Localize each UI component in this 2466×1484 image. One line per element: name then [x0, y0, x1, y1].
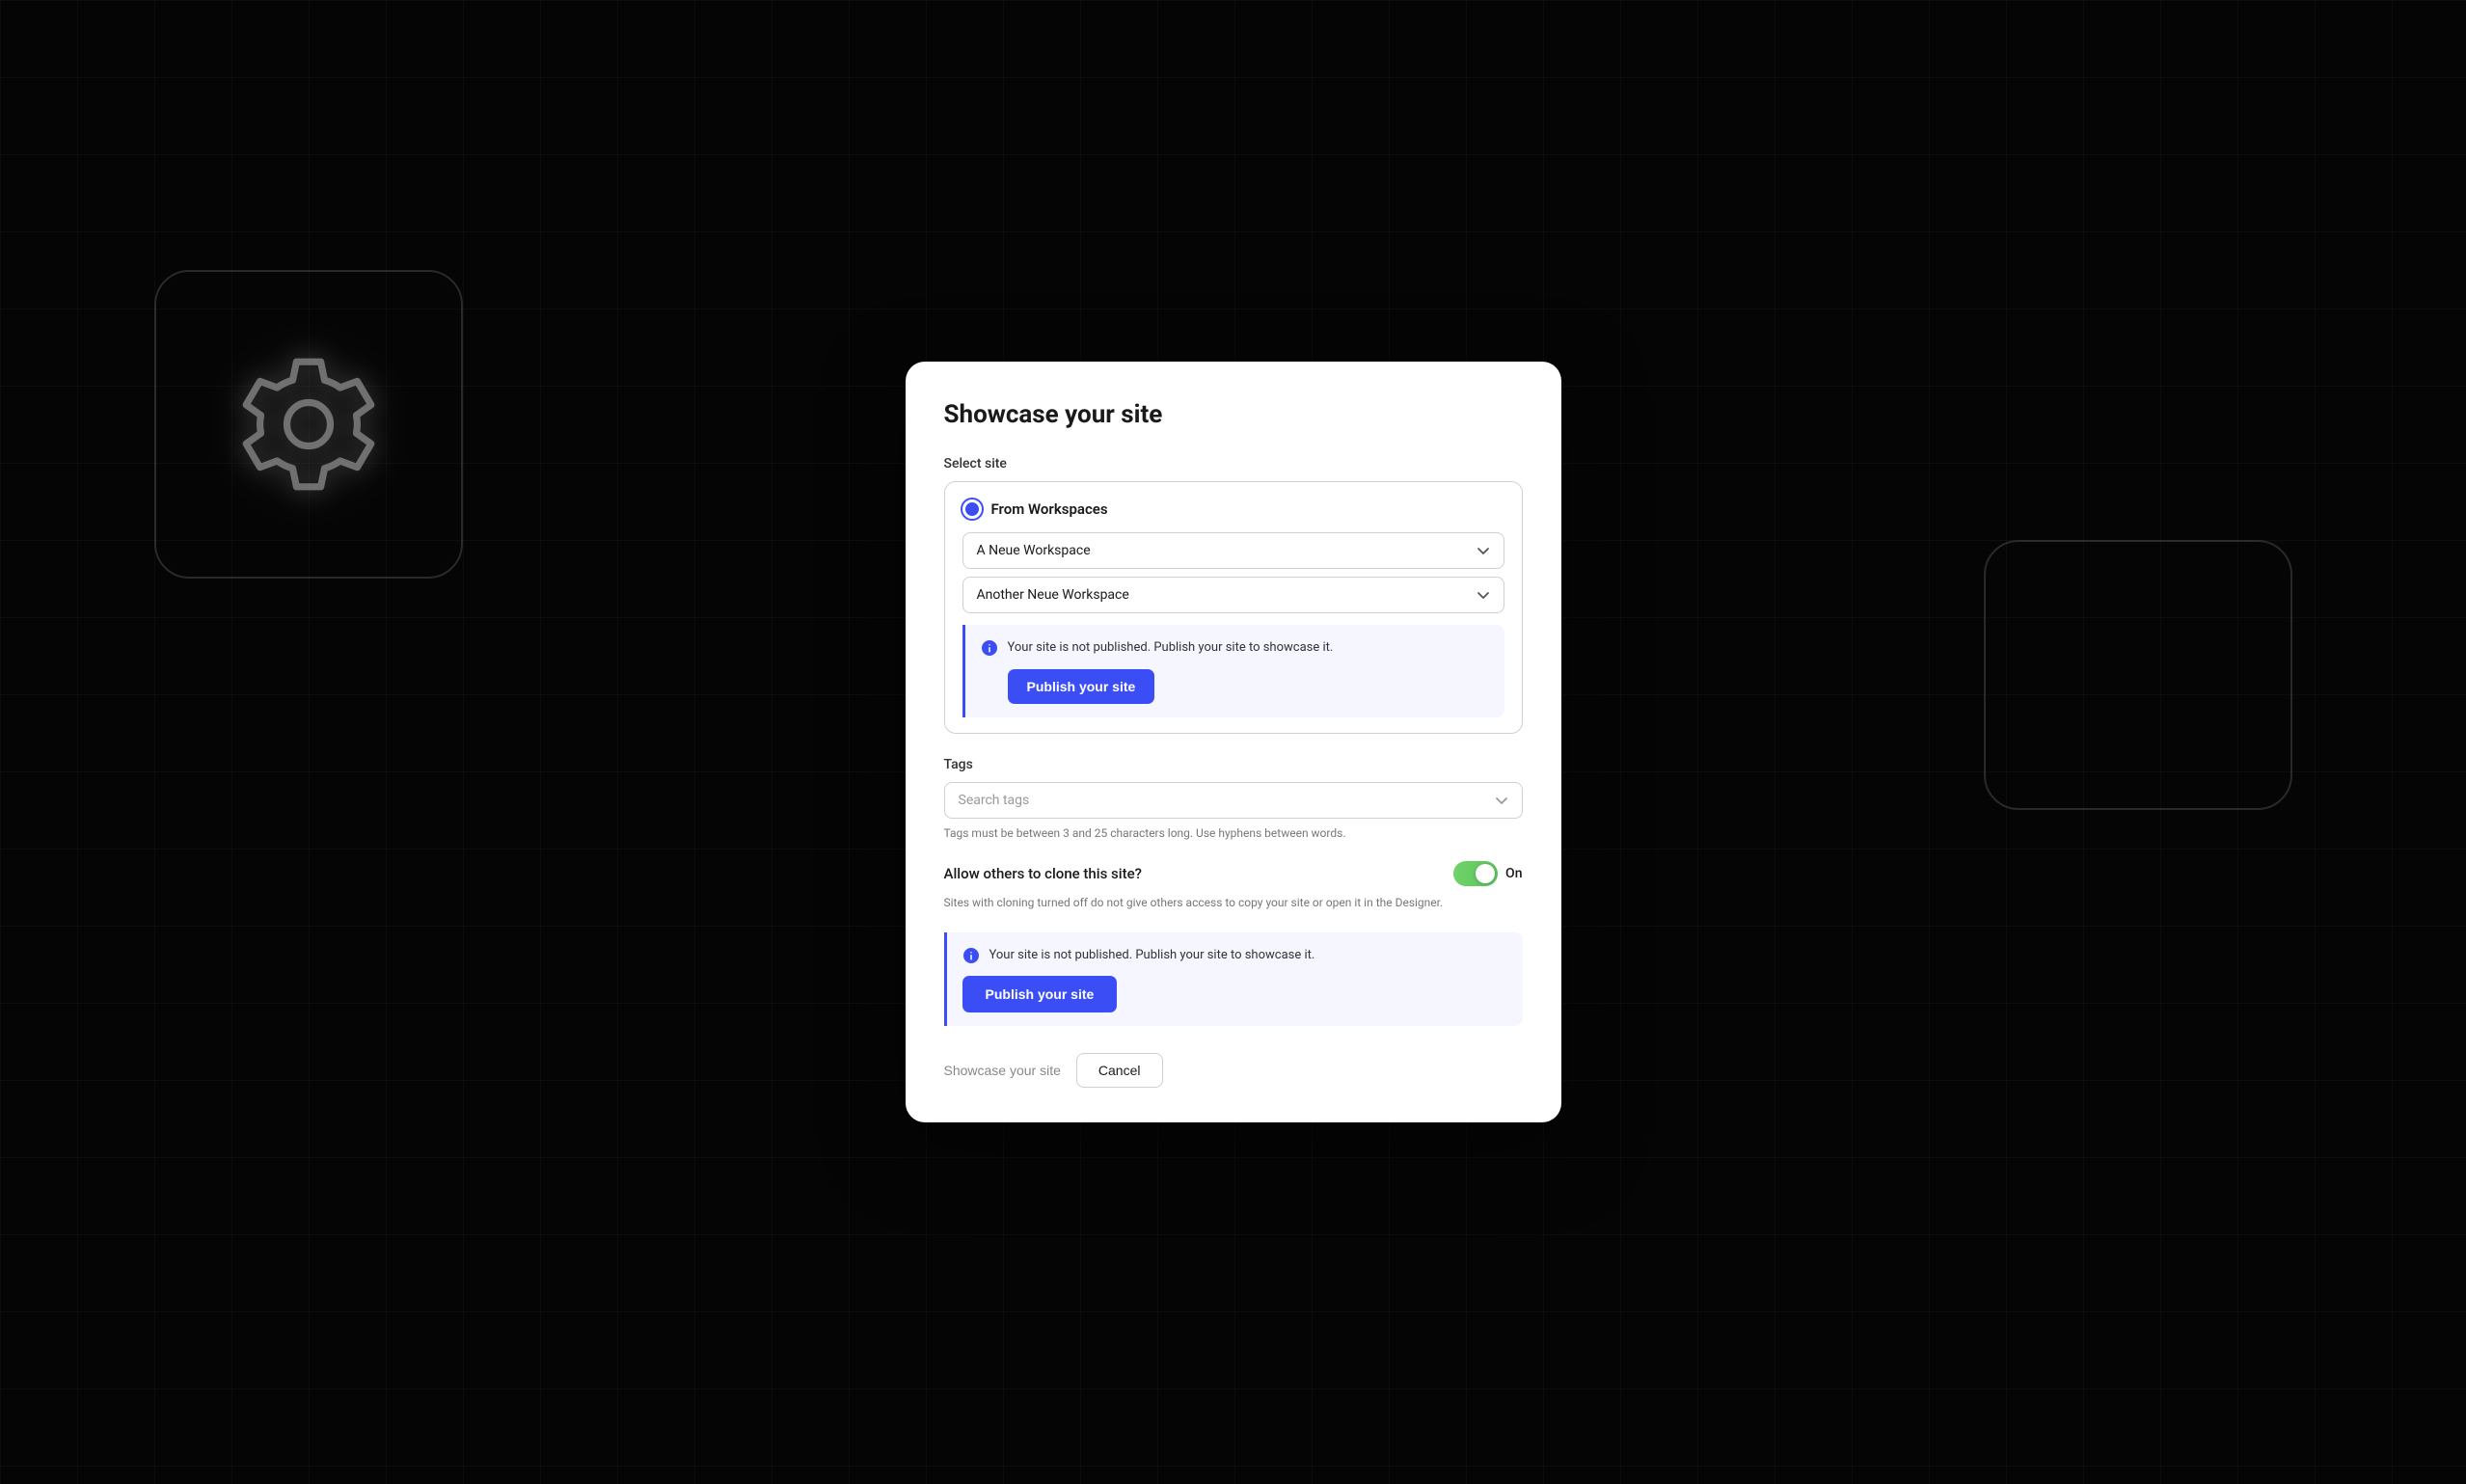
cancel-button[interactable]: Cancel	[1076, 1053, 1163, 1088]
from-workspaces-row: From Workspaces	[962, 499, 1504, 519]
publish-warning-text-bottom: Your site is not published. Publish your…	[989, 946, 1315, 965]
publish-warning-text-top: Your site is not published. Publish your…	[1008, 638, 1334, 658]
modal-container: Showcase your site Select site From Work…	[906, 362, 1561, 1122]
search-tags-dropdown[interactable]: Search tags	[944, 782, 1523, 819]
chevron-down-icon-tags	[1495, 794, 1508, 807]
info-icon-bottom	[962, 947, 980, 964]
publish-site-button-top[interactable]: Publish your site	[1008, 669, 1155, 704]
publish-warning-box-top: Your site is not published. Publish your…	[962, 625, 1504, 717]
clone-toggle[interactable]	[1453, 861, 1498, 886]
clone-label: Allow others to clone this site?	[944, 865, 1142, 882]
chevron-down-icon-2	[1477, 588, 1490, 602]
workspace2-dropdown[interactable]: Another Neue Workspace	[962, 577, 1504, 613]
modal-footer: Showcase your site Cancel	[944, 1053, 1523, 1088]
toggle-on-label: On	[1505, 866, 1522, 881]
radio-from-workspaces[interactable]	[962, 499, 982, 519]
tags-section: Tags Search tags Tags must be between 3 …	[944, 757, 1523, 840]
tags-hint: Tags must be between 3 and 25 characters…	[944, 826, 1523, 840]
toggle-knob	[1476, 864, 1495, 883]
search-tags-placeholder: Search tags	[959, 793, 1030, 808]
tags-label: Tags	[944, 757, 1523, 772]
clone-section: Allow others to clone this site? On Site…	[944, 861, 1523, 911]
select-site-label: Select site	[944, 456, 1523, 472]
workspace1-label: A Neue Workspace	[977, 543, 1091, 558]
toggle-group: On	[1453, 861, 1522, 886]
info-icon-top	[981, 639, 998, 657]
info-box-bottom-row: Your site is not published. Publish your…	[962, 946, 1507, 965]
modal-title: Showcase your site	[944, 400, 1523, 429]
publish-site-button-bottom[interactable]: Publish your site	[962, 976, 1118, 1012]
from-workspaces-label: From Workspaces	[991, 500, 1108, 518]
chevron-down-icon	[1477, 544, 1490, 557]
clone-description: Sites with cloning turned off do not giv…	[944, 894, 1523, 911]
workspace1-dropdown[interactable]: A Neue Workspace	[962, 532, 1504, 569]
publish-warning-box-bottom: Your site is not published. Publish your…	[944, 932, 1523, 1027]
workspace2-label: Another Neue Workspace	[977, 587, 1129, 603]
info-box-row-top: Your site is not published. Publish your…	[981, 638, 1489, 658]
clone-row: Allow others to clone this site? On	[944, 861, 1523, 886]
showcase-site-button[interactable]: Showcase your site	[944, 1063, 1061, 1078]
site-select-box: From Workspaces A Neue Workspace Another…	[944, 481, 1523, 734]
